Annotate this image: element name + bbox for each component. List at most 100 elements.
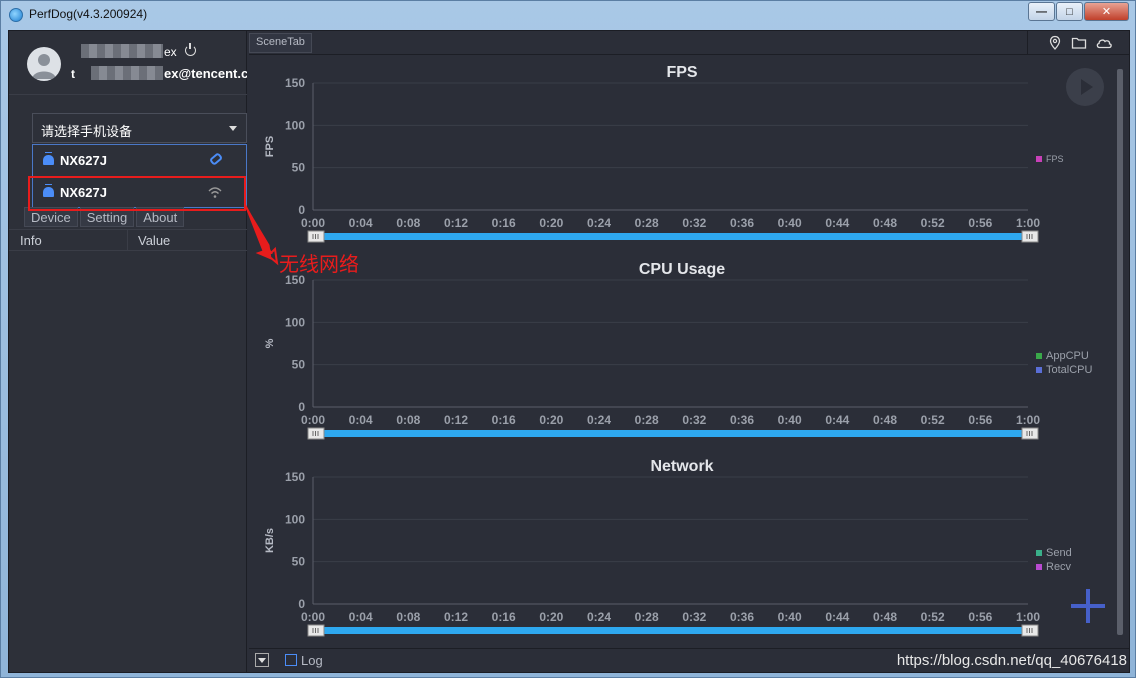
tab-about[interactable]: About bbox=[136, 207, 185, 227]
legend-label[interactable]: AppCPU bbox=[1046, 350, 1089, 362]
device-name: NX627J bbox=[60, 153, 107, 168]
x-tick-label: 0:04 bbox=[349, 413, 373, 427]
chart-cpu-usage: CPU Usage% 0 50 100 150 0:00 0:04 0:08 0:12 0:16 0… bbox=[249, 252, 1115, 448]
watermark-url: https://blog.csdn.net/qq_40676418 bbox=[896, 652, 1127, 669]
x-tick-label: 1:00 bbox=[1016, 216, 1040, 230]
x-tick-label: 0:12 bbox=[444, 413, 468, 427]
bottom-bar: Log https://blog.csdn.net/qq_40676418 bbox=[249, 648, 1129, 672]
x-tick-label: 0:00 bbox=[301, 216, 325, 230]
x-tick-label: 0:36 bbox=[730, 216, 754, 230]
folder-icon[interactable] bbox=[1071, 35, 1087, 51]
x-tick-label: 0:48 bbox=[873, 413, 897, 427]
legend-swatch bbox=[1036, 564, 1042, 570]
divider bbox=[1027, 31, 1028, 55]
device-item-wifi[interactable]: NX627J bbox=[33, 177, 246, 208]
minimize-button[interactable]: — bbox=[1028, 2, 1055, 21]
legend-label[interactable]: TotalCPU bbox=[1046, 364, 1093, 376]
x-tick-label: 0:20 bbox=[539, 216, 563, 230]
x-tick-label: 0:44 bbox=[825, 610, 849, 624]
y-axis-label: KB/s bbox=[264, 528, 276, 553]
x-tick-label: 0:52 bbox=[921, 216, 945, 230]
user-icon bbox=[32, 54, 56, 79]
y-tick-label: 50 bbox=[292, 161, 306, 175]
x-tick-label: 0:56 bbox=[968, 216, 992, 230]
charts-area: FPS FPS 0 50 100 150 0:00 0:04 0:08 0:12 0:16 0:20 0… bbox=[249, 55, 1115, 647]
avatar[interactable] bbox=[27, 47, 61, 81]
time-range-slider[interactable] bbox=[313, 430, 1028, 437]
user-info: ex t ex@tencent.c bbox=[9, 31, 247, 95]
x-tick-label: 0:52 bbox=[921, 413, 945, 427]
y-tick-label: 150 bbox=[285, 470, 305, 484]
x-tick-label: 0:52 bbox=[921, 610, 945, 624]
y-tick-label: 150 bbox=[285, 76, 305, 90]
y-tick-label: 0 bbox=[298, 400, 305, 414]
maximize-button[interactable]: □ bbox=[1056, 2, 1083, 21]
vertical-scrollbar[interactable] bbox=[1115, 57, 1125, 647]
x-tick-label: 0:16 bbox=[492, 413, 516, 427]
close-button[interactable]: ✕ bbox=[1084, 2, 1129, 21]
x-tick-label: 0:00 bbox=[301, 413, 325, 427]
x-tick-label: 0:28 bbox=[635, 610, 659, 624]
x-tick-label: 1:00 bbox=[1016, 610, 1040, 624]
logout-power-icon[interactable] bbox=[185, 43, 196, 56]
x-tick-label: 0:36 bbox=[730, 610, 754, 624]
x-tick-label: 0:48 bbox=[873, 216, 897, 230]
x-tick-label: 0:16 bbox=[492, 216, 516, 230]
user-email-prefix: t bbox=[71, 67, 75, 81]
column-value: Value bbox=[138, 233, 171, 248]
device-select[interactable]: 请选择手机设备 bbox=[32, 113, 247, 143]
legend-swatch bbox=[1036, 367, 1042, 373]
chart-title: FPS bbox=[666, 64, 697, 81]
user-name-suffix: ex bbox=[164, 45, 177, 59]
legend-label[interactable]: Recv bbox=[1046, 561, 1072, 573]
android-icon bbox=[43, 184, 54, 197]
tab-device[interactable]: Device bbox=[24, 207, 78, 227]
perfdog-logo-icon bbox=[9, 8, 23, 22]
android-icon bbox=[43, 152, 54, 165]
x-tick-label: 0:48 bbox=[873, 610, 897, 624]
device-dropdown: NX627J NX627J bbox=[32, 144, 247, 208]
time-range-slider[interactable] bbox=[313, 627, 1028, 634]
redacted-name bbox=[81, 44, 163, 58]
x-tick-label: 0:04 bbox=[349, 610, 373, 624]
location-pin-icon[interactable] bbox=[1047, 35, 1063, 51]
tab-setting[interactable]: Setting bbox=[79, 207, 135, 227]
tab-scene[interactable]: SceneTab bbox=[249, 33, 312, 53]
legend-label[interactable]: FPS bbox=[1046, 154, 1064, 164]
x-tick-label: 0:40 bbox=[778, 216, 802, 230]
add-chart-plus-icon[interactable] bbox=[1071, 589, 1105, 623]
x-tick-label: 0:12 bbox=[444, 216, 468, 230]
y-axis-label: % bbox=[264, 338, 276, 348]
x-tick-label: 0:40 bbox=[778, 413, 802, 427]
x-tick-label: 0:24 bbox=[587, 216, 611, 230]
y-tick-label: 100 bbox=[285, 118, 305, 132]
time-range-slider[interactable] bbox=[313, 233, 1028, 240]
x-tick-label: 0:12 bbox=[444, 610, 468, 624]
app-window: PerfDog(v4.3.200924) — □ ✕ ex t ex@tence… bbox=[0, 0, 1136, 678]
play-button[interactable] bbox=[1066, 68, 1104, 106]
x-tick-label: 0:08 bbox=[396, 610, 420, 624]
x-tick-label: 0:32 bbox=[682, 610, 706, 624]
x-tick-label: 0:00 bbox=[301, 610, 325, 624]
device-item-usb[interactable]: NX627J bbox=[33, 145, 246, 176]
x-tick-label: 0:04 bbox=[349, 216, 373, 230]
scroll-thumb[interactable] bbox=[1117, 69, 1123, 635]
y-tick-label: 0 bbox=[298, 203, 305, 217]
collapse-button[interactable] bbox=[255, 653, 269, 667]
y-tick-label: 100 bbox=[285, 315, 305, 329]
window-title: PerfDog(v4.3.200924) bbox=[29, 7, 148, 21]
legend-label[interactable]: Send bbox=[1046, 547, 1072, 559]
x-tick-label: 0:32 bbox=[682, 216, 706, 230]
annotation-arrow-icon bbox=[244, 204, 279, 266]
cloud-icon[interactable] bbox=[1095, 35, 1112, 51]
device-select-label: 请选择手机设备 bbox=[41, 124, 133, 139]
chart-fps: FPS FPS 0 50 100 150 0:00 0:04 0:08 0:12 0:16 0:20 0… bbox=[249, 55, 1115, 251]
legend-swatch bbox=[1036, 156, 1042, 162]
x-tick-label: 0:08 bbox=[396, 413, 420, 427]
info-table-header: Info Value bbox=[9, 229, 247, 251]
title-bar[interactable]: PerfDog(v4.3.200924) — □ ✕ bbox=[1, 1, 1135, 29]
log-checkbox[interactable] bbox=[285, 654, 297, 666]
client-area: ex t ex@tencent.c 请选择手机设备 NX627J NX627J bbox=[8, 30, 1130, 673]
redacted-email bbox=[91, 66, 163, 80]
left-tabs: Device Setting About bbox=[24, 207, 186, 227]
